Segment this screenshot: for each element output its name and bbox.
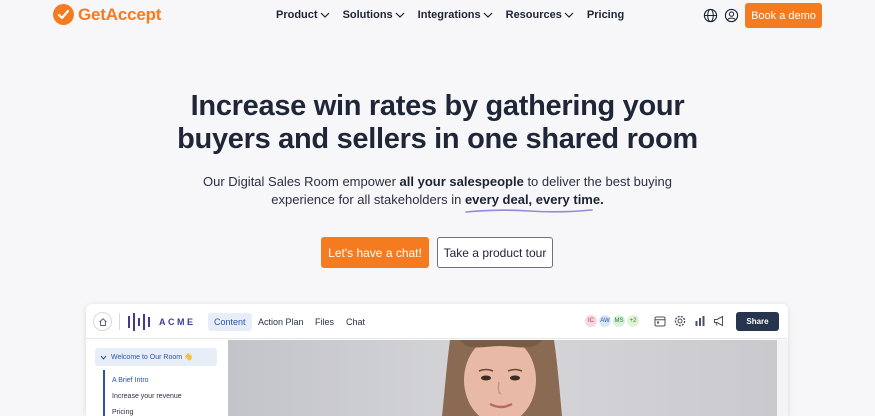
menu-item-label: Solutions <box>342 9 393 21</box>
sidebar-section-welcome[interactable]: Welcome to Our Room 👋 <box>95 348 217 366</box>
subtitle-bold-2: every deal, every time. <box>464 192 604 207</box>
menu-item-label: Product <box>276 9 318 21</box>
menu-item-resources[interactable]: Resources <box>506 9 574 21</box>
analytics-icon[interactable] <box>694 315 706 327</box>
chevron-down-icon <box>100 355 107 360</box>
share-button[interactable]: Share <box>736 312 779 331</box>
hero-title-line-2: buyers and sellers in one shared room <box>177 123 698 155</box>
squiggle-underline <box>465 209 593 213</box>
home-button[interactable] <box>93 312 112 331</box>
presenter-video-frame <box>228 340 777 416</box>
hero-title: Increase win rates by gathering your buy… <box>150 90 725 156</box>
acme-logo: ACME <box>127 312 196 332</box>
subtitle-text-1: Our Digital Sales Room empower <box>203 174 400 189</box>
preview-sidebar: Welcome to Our Room 👋 A Brief Intro Incr… <box>86 340 227 416</box>
subtitle-bold-1: all your salespeople <box>399 174 524 189</box>
acme-name: ACME <box>159 317 196 327</box>
hero-title-line-1: Increase win rates by gathering your <box>190 90 685 122</box>
chevron-down-icon <box>483 12 493 18</box>
chevron-down-icon <box>320 12 329 18</box>
menu-item-label: Resources <box>505 9 562 21</box>
menu-item-integrations[interactable]: Integrations <box>418 9 493 21</box>
chat-button[interactable]: Let's have a chat! <box>321 237 429 268</box>
avatar-overflow-count[interactable]: +2 <box>626 314 640 328</box>
getaccept-logo[interactable]: GetAccept <box>53 4 161 25</box>
sidebar-item-pricing[interactable]: Pricing <box>112 409 133 416</box>
chevron-down-icon <box>395 12 405 18</box>
main-menu: Product Solutions Integrations Resources… <box>276 9 624 21</box>
chevron-down-icon <box>564 12 574 18</box>
menu-item-product[interactable]: Product <box>276 9 330 21</box>
tab-files[interactable]: Files <box>309 313 340 331</box>
tab-content[interactable]: Content <box>208 313 252 331</box>
avatar[interactable]: IC <box>584 314 598 328</box>
preview-toolbar: ACME Content Action Plan Files Chat IC A… <box>86 304 788 339</box>
sidebar-active-indicator <box>103 370 105 416</box>
book-demo-button[interactable]: Book a demo <box>745 3 822 28</box>
user-icon[interactable] <box>724 8 739 23</box>
avatar[interactable]: MS <box>612 314 626 328</box>
sidebar-item-increase-revenue[interactable]: Increase your revenue <box>112 393 182 400</box>
home-icon <box>98 317 107 326</box>
menu-item-solutions[interactable]: Solutions <box>343 9 405 21</box>
avatar[interactable]: AW <box>598 314 612 328</box>
hero-subtitle: Our Digital Sales Room empower all your … <box>200 173 675 213</box>
preview-right-gutter <box>777 340 788 416</box>
product-preview: ACME Content Action Plan Files Chat IC A… <box>86 304 788 416</box>
menu-item-label: Integrations <box>417 9 481 21</box>
menu-item-pricing[interactable]: Pricing <box>587 9 624 21</box>
subtitle-highlight: every deal, every time. <box>464 191 604 213</box>
calendar-icon[interactable] <box>654 315 666 327</box>
logo-check-icon <box>53 4 74 25</box>
sidebar-section-label: Welcome to Our Room 👋 <box>111 354 193 361</box>
tab-chat[interactable]: Chat <box>340 313 371 331</box>
logo-text: GetAccept <box>78 4 162 24</box>
top-navigation: GetAccept Product Solutions Integrations… <box>0 0 875 32</box>
tab-action-plan[interactable]: Action Plan <box>252 313 310 331</box>
settings-icon[interactable] <box>674 315 686 327</box>
globe-icon[interactable] <box>703 8 718 23</box>
video-player[interactable] <box>228 340 777 416</box>
menu-item-label: Pricing <box>586 9 625 21</box>
acme-bars-icon <box>128 313 150 331</box>
toolbar-divider <box>119 313 120 330</box>
megaphone-icon[interactable] <box>713 315 725 327</box>
sidebar-item-brief-intro[interactable]: A Brief Intro <box>112 377 149 384</box>
product-tour-button[interactable]: Take a product tour <box>437 237 553 268</box>
